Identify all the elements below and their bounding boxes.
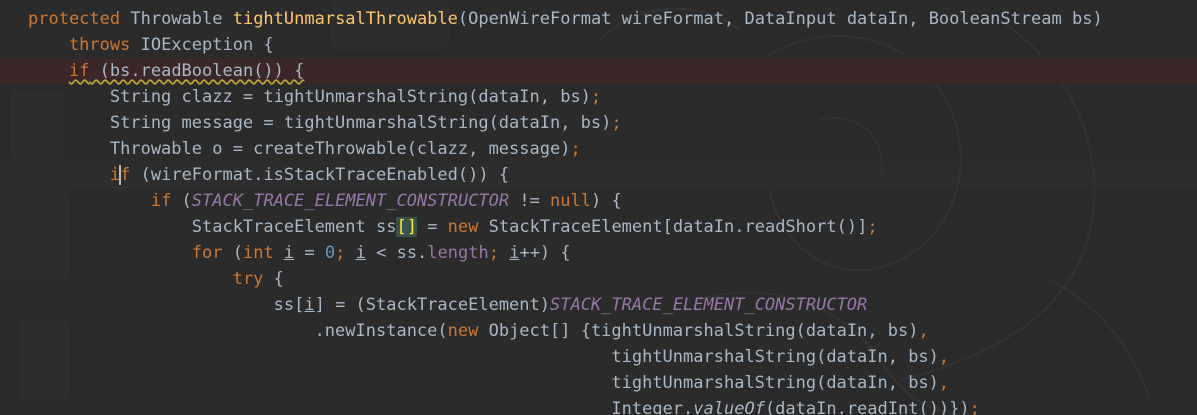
code-line-content: if (STACK_TRACE_ELEMENT_CONSTRUCTOR != n… — [28, 188, 622, 214]
code-token: ; — [611, 113, 622, 133]
code-line-content: .newInstance(new Object[] {tightUnmarsha… — [28, 318, 929, 344]
code-line-content: Integer.valueOf(dataIn.readInt())}); — [28, 396, 980, 415]
code-token: ; — [335, 243, 356, 263]
code-line[interactable]: String clazz = tightUnmarshalString(data… — [0, 84, 1197, 110]
code-line[interactable]: try { — [0, 266, 1197, 292]
code-line[interactable]: Throwable o = createThrowable(clazz, mes… — [0, 136, 1197, 162]
code-line-content: for (int i = 0; i < ss.length; i++) { — [28, 240, 571, 266]
code-line[interactable]: tightUnmarshalString(dataIn, bs), — [0, 370, 1197, 396]
code-token: ; — [867, 217, 878, 237]
code-token: ; — [570, 139, 581, 159]
code-token: != — [509, 191, 551, 211]
code-token: Throwable o = createThrowable(clazz, mes… — [28, 139, 571, 159]
code-token: (bs.readBoolean()) { — [89, 61, 305, 81]
code-token: if — [68, 61, 90, 81]
code-token: new — [447, 321, 489, 341]
code-token: STACK_TRACE_ELEMENT_CONSTRUCTOR — [191, 191, 510, 211]
code-line-content: protected Throwable tightUnmarsalThrowab… — [28, 6, 1103, 32]
code-line-content: if (bs.readBoolean()) { — [28, 58, 304, 84]
code-token: valueOf — [693, 399, 765, 415]
code-token: ; — [488, 243, 510, 263]
code-line[interactable]: if (STACK_TRACE_ELEMENT_CONSTRUCTOR != n… — [0, 188, 1197, 214]
code-token: = — [416, 217, 448, 237]
code-token: try — [232, 269, 264, 289]
code-line-content: tightUnmarshalString(dataIn, bs), — [28, 344, 949, 370]
code-token: (OpenWireFormat wireFormat, DataInput da… — [457, 9, 1103, 29]
code-token: { — [263, 269, 284, 289]
code-token: = — [294, 243, 325, 263]
code-token: i — [304, 295, 315, 315]
code-token: IOException { — [140, 35, 274, 55]
code-token: StackTraceElement[dataIn.readShort()] — [488, 217, 868, 237]
code-token: tightUnmarsalThrowable — [232, 9, 458, 29]
code-token: int — [242, 243, 284, 263]
code-token: Integer. — [28, 399, 694, 415]
code-line[interactable]: String message = tightUnmarshalString(da… — [0, 110, 1197, 136]
code-token: String message = tightUnmarshalString(da… — [28, 113, 612, 133]
code-line[interactable]: throws IOException { — [0, 32, 1197, 58]
code-token: Object[] {tightUnmarshalString(dataIn, b… — [488, 321, 919, 341]
code-token: StackTraceElement ss — [28, 217, 397, 237]
code-token: null — [550, 191, 591, 211]
code-token: ) { — [590, 191, 622, 211]
code-token: , — [918, 321, 929, 341]
code-line-content: throws IOException { — [28, 32, 274, 58]
code-token: new — [447, 217, 489, 237]
code-token: tightUnmarshalString(dataIn, bs) — [28, 347, 939, 367]
code-token: ] = (StackTraceElement) — [314, 295, 550, 315]
code-token: tightUnmarshalString(dataIn, bs) — [28, 373, 939, 393]
code-token: for — [191, 243, 223, 263]
code-token: String clazz = tightUnmarshalString(data… — [28, 87, 591, 107]
code-token: protected — [28, 9, 131, 29]
code-line-error-highlight[interactable]: if (bs.readBoolean()) { — [0, 58, 1197, 84]
code-token: ss[ — [28, 295, 305, 315]
code-token: i — [355, 243, 366, 263]
code-token: i — [509, 243, 520, 263]
code-token: if — [150, 191, 172, 211]
code-token: ( — [171, 191, 192, 211]
code-token: ( — [222, 243, 243, 263]
code-line-content: Throwable o = createThrowable(clazz, mes… — [28, 136, 581, 162]
code-line[interactable]: .newInstance(new Object[] {tightUnmarsha… — [0, 318, 1197, 344]
code-line[interactable]: tightUnmarshalString(dataIn, bs), — [0, 344, 1197, 370]
code-line[interactable]: if (wireFormat.isStackTraceEnabled()) { — [0, 162, 1197, 188]
code-line-content: ss[i] = (StackTraceElement)STACK_TRACE_E… — [28, 292, 868, 318]
code-line-content: if (wireFormat.isStackTraceEnabled()) { — [28, 162, 509, 188]
code-token: , — [938, 347, 950, 367]
code-line[interactable]: for (int i = 0; i < ss.length; i++) { — [0, 240, 1197, 266]
code-token: i — [283, 243, 295, 263]
code-token: .newInstance( — [28, 321, 448, 341]
code-line-content: tightUnmarshalString(dataIn, bs), — [28, 370, 949, 396]
code-token: ; — [969, 399, 980, 415]
code-token: 0 — [324, 243, 336, 263]
code-token: [] — [396, 217, 417, 237]
code-line-content: try { — [28, 266, 284, 292]
code-token: Throwable — [130, 9, 233, 29]
code-token: ; — [590, 87, 602, 107]
code-token: , — [938, 373, 950, 393]
code-line-content: String message = tightUnmarshalString(da… — [28, 110, 622, 136]
code-token: throws — [28, 35, 141, 55]
code-line[interactable]: Integer.valueOf(dataIn.readInt())}); — [0, 396, 1197, 415]
code-token: (wireFormat.isStackTraceEnabled()) { — [130, 165, 510, 185]
code-line-content: String clazz = tightUnmarshalString(data… — [28, 84, 601, 110]
code-token: f — [120, 165, 131, 185]
code-token: length — [427, 243, 489, 263]
code-token: ++) { — [519, 243, 571, 263]
code-token: STACK_TRACE_ELEMENT_CONSTRUCTOR — [550, 295, 868, 315]
code-line-content: StackTraceElement ss[] = new StackTraceE… — [28, 214, 878, 240]
code-line[interactable]: StackTraceElement ss[] = new StackTraceE… — [0, 214, 1197, 240]
code-token: (dataIn.readInt())}) — [764, 399, 970, 415]
code-line[interactable]: ss[i] = (StackTraceElement)STACK_TRACE_E… — [0, 292, 1197, 318]
code-token: < ss. — [365, 243, 428, 263]
code-line[interactable]: protected Throwable tightUnmarsalThrowab… — [0, 6, 1197, 32]
code-editor[interactable]: protected Throwable tightUnmarsalThrowab… — [0, 0, 1197, 415]
